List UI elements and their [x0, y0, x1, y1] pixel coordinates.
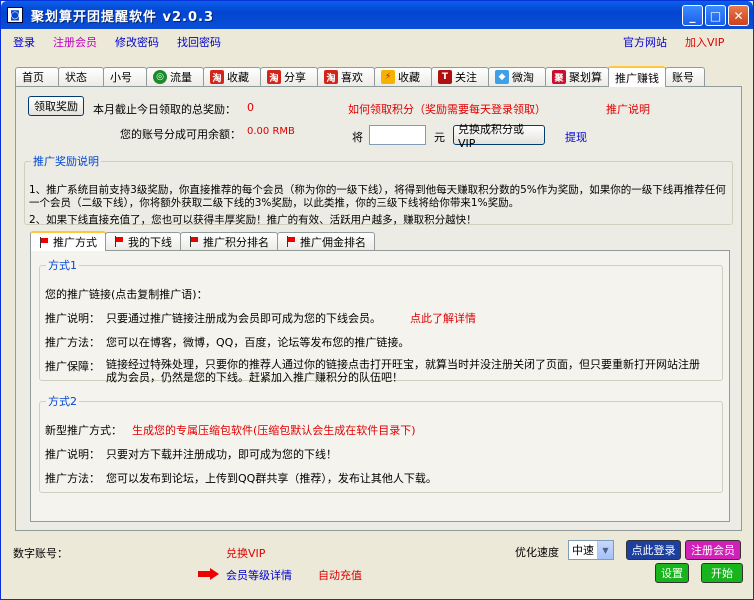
tab-weitao[interactable]: ◆ 微淘: [488, 67, 546, 86]
top-links: 登录 注册会员 修改密码 找回密码 官方网站 加入VIP: [13, 34, 733, 52]
method2-section: 方式2 新型推广方式： 生成您的专属压缩包软件(压缩包默认会生成在软件目录下) …: [39, 393, 723, 493]
register-button[interactable]: 注册会员: [685, 540, 741, 560]
tab-account[interactable]: 账号: [665, 67, 705, 86]
tab-like[interactable]: 淘喜欢: [317, 67, 375, 86]
taobao-icon: 淘: [324, 70, 338, 84]
close-button[interactable]: ✕: [728, 5, 749, 26]
explain-legend: 推广奖励说明: [33, 155, 99, 168]
bottom-bar: 数字账号： 兑换VIP 会员等级详情 自动充值 优化速度 中速 ▼ 点此登录 注…: [1, 531, 753, 599]
tab-sub-accounts[interactable]: 小号: [103, 67, 147, 86]
explain-paragraph-1: 1、推广系统目前支持3级奖励，你直接推荐的每个会员（称为你的一级下线），将得到他…: [29, 184, 726, 209]
convert-unit: 元: [434, 131, 445, 144]
m2-new-label: 新型推广方式：: [45, 424, 122, 437]
promote-subtabs: 推广方式 我的下线 推广积分排名 推广佣金排名: [30, 231, 375, 251]
tab-juhuasuan[interactable]: 聚聚划算: [545, 67, 609, 86]
claim-reward-button[interactable]: 领取奖励: [28, 96, 84, 116]
diamond-icon: ◆: [495, 70, 509, 84]
login-button[interactable]: 点此登录: [626, 540, 681, 560]
month-total-value: 0: [247, 101, 254, 114]
juhuasuan-icon: 聚: [552, 70, 566, 84]
m1-method-text: 您可以在博客，微博，QQ，百度，论坛等发布您的推广链接。: [106, 336, 410, 349]
taobao-icon: 淘: [267, 70, 281, 84]
generate-package-link[interactable]: 生成您的专属压缩包软件(压缩包默认会生成在软件目录下): [132, 422, 416, 438]
subtab-promote-method[interactable]: 推广方式: [30, 231, 106, 251]
explain-paragraph-2: 2、如果下线直接充值了，您也可以获得丰厚奖励！推广的有效、活跃用户越多，赚取积分…: [29, 214, 477, 226]
method1-section: 方式1 您的推广链接(点击复制推广语)： 推广说明： 只要通过推广链接注册成为会…: [39, 257, 723, 384]
promo-link-label[interactable]: 您的推广链接(点击复制推广语)：: [45, 286, 208, 302]
tab-traffic[interactable]: ◎ 流量: [146, 67, 204, 86]
speed-select[interactable]: 中速 ▼: [568, 540, 614, 560]
tab-follow[interactable]: T 关注: [431, 67, 489, 86]
m1-method-label: 推广方法：: [45, 336, 100, 349]
m2-desc-label: 推广说明：: [45, 448, 100, 461]
convert-button[interactable]: 兑换成积分或VIP: [453, 123, 545, 150]
flag-icon: [189, 236, 199, 247]
month-total-label: 本月截止今日领取的总奖励：: [93, 103, 236, 116]
subtab-commission-ranking[interactable]: 推广佣金排名: [277, 232, 375, 250]
start-button[interactable]: 开始: [701, 563, 743, 583]
tab-collect[interactable]: ⚡ 收藏: [374, 67, 432, 86]
method2-legend: 方式2: [48, 395, 77, 408]
tab-share[interactable]: 淘分享: [260, 67, 318, 86]
m1-guarantee-text: 链接经过特殊处理，只要你的推荐人通过你的链接点击打开旺宝，就算当时并没注册关闭了…: [106, 358, 700, 384]
recover-password-link[interactable]: 找回密码: [177, 34, 221, 50]
arrow-right-icon: [198, 568, 220, 580]
maximize-button[interactable]: □: [705, 5, 726, 26]
settings-button[interactable]: 设置: [655, 563, 689, 583]
chevron-down-icon: ▼: [597, 541, 613, 559]
withdraw-link[interactable]: 提现: [565, 129, 587, 145]
login-link[interactable]: 登录: [13, 34, 35, 50]
subtab-my-downline[interactable]: 我的下线: [105, 232, 181, 250]
promote-method-panel: 方式1 您的推广链接(点击复制推广语)： 推广说明： 只要通过推广链接注册成为会…: [30, 250, 730, 522]
promo-help-link[interactable]: 推广说明: [606, 101, 650, 117]
lightning-icon: ⚡: [381, 70, 395, 84]
subtab-points-ranking[interactable]: 推广积分排名: [180, 232, 278, 250]
flag-icon: [114, 236, 124, 247]
convert-amount-input[interactable]: [369, 125, 426, 145]
taobao-icon: 淘: [210, 70, 224, 84]
balance-value: 0.00 RMB: [247, 126, 295, 137]
change-password-link[interactable]: 修改密码: [115, 34, 159, 50]
window-controls: _ □ ✕: [682, 5, 749, 26]
tab-status[interactable]: 状态: [58, 67, 104, 86]
minimize-button[interactable]: _: [682, 5, 703, 26]
join-vip-link[interactable]: 加入VIP: [685, 34, 724, 50]
balance-label: 您的账号分成可用余额：: [120, 128, 241, 141]
tmall-icon: T: [438, 70, 452, 84]
speed-label: 优化速度: [515, 546, 559, 559]
main-tabs: 首页 状态 小号 ◎ 流量 淘收藏 淘分享 淘喜欢 ⚡ 收藏 T 关注 ◆ 微淘 聚聚划…: [15, 66, 705, 87]
tab-home[interactable]: 首页: [15, 67, 59, 86]
learn-more-link[interactable]: 点此了解详情: [410, 310, 476, 326]
digital-account-label: 数字账号：: [13, 547, 68, 560]
title-bar[interactable]: ◙ 聚划算开团提醒软件 v2.0.3 _ □ ✕: [1, 1, 753, 29]
app-window: ◙ 聚划算开团提醒软件 v2.0.3 _ □ ✕ 登录 注册会员 修改密码 找回…: [0, 0, 754, 600]
promote-panel: 领取奖励 本月截止今日领取的总奖励： 0 如何领取积分（奖励需要每天登录领取） …: [15, 86, 742, 531]
tab-promote-earn[interactable]: 推广赚钱: [608, 66, 666, 87]
app-icon: ◙: [7, 7, 23, 23]
m2-method-text: 您可以发布到论坛，上传到QQ群共享（推荐），发布让其他人下载。: [106, 472, 437, 485]
flag-icon: [39, 236, 49, 248]
register-link[interactable]: 注册会员: [53, 34, 97, 50]
convert-prefix: 将: [352, 131, 363, 144]
how-to-claim-link[interactable]: 如何领取积分（奖励需要每天登录领取）: [348, 101, 546, 117]
m1-guarantee-label: 推广保障：: [45, 360, 100, 373]
m1-desc-label: 推广说明：: [45, 312, 100, 325]
m2-method-label: 推广方法：: [45, 472, 100, 485]
window-title: 聚划算开团提醒软件 v2.0.3: [31, 9, 215, 25]
member-levels-link[interactable]: 会员等级详情: [226, 567, 292, 583]
tab-favorites[interactable]: 淘收藏: [203, 67, 261, 86]
exchange-vip-link[interactable]: 兑换VIP: [226, 545, 265, 561]
m2-desc-text: 只要对方下载并注册成功，即可成为您的下线！: [106, 448, 337, 461]
m1-desc-text: 只要通过推广链接注册成为会员即可成为您的下线会员。: [106, 312, 381, 325]
auto-recharge-link[interactable]: 自动充值: [318, 567, 362, 583]
flag-icon: [286, 236, 296, 247]
explain-section: 推广奖励说明 1、推广系统目前支持3级奖励，你直接推荐的每个会员（称为你的一级下…: [24, 153, 733, 226]
method1-legend: 方式1: [48, 259, 77, 272]
official-site-link[interactable]: 官方网站: [623, 34, 667, 50]
globe-icon: ◎: [153, 70, 167, 84]
